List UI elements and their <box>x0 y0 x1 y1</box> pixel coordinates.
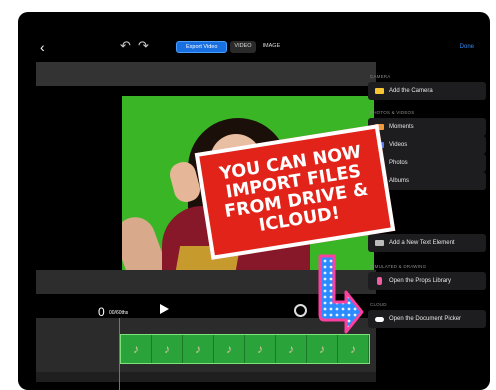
photos-label: Photos <box>389 160 408 166</box>
props-label: Open the Props Library <box>389 278 452 284</box>
export-segmented-control: Export Video VIDEO IMAGE <box>176 41 284 53</box>
props-icon <box>376 277 382 285</box>
preview-top-letterbox <box>36 62 376 86</box>
undo-icon[interactable]: ↶ <box>120 39 131 53</box>
add-camera-label: Add the Camera <box>389 88 433 94</box>
record-circle-icon[interactable] <box>294 304 307 317</box>
props-section-header: SIMULATED & DRAWING <box>370 264 427 269</box>
time-seconds: 0 <box>98 305 105 319</box>
play-icon[interactable] <box>160 304 169 314</box>
text-icon <box>374 240 384 246</box>
clip-frame: ♪ <box>338 335 369 363</box>
clip-frame: ♪ <box>276 335 307 363</box>
image-tab[interactable]: IMAGE <box>259 41 285 53</box>
export-video-button[interactable]: Export Video <box>176 41 228 53</box>
video-tab[interactable]: VIDEO <box>230 41 256 53</box>
photos-section-header: PHOTOS & VIDEOS <box>370 110 415 115</box>
add-text-element-button[interactable]: Add a New Text Element <box>368 234 486 252</box>
clip-frame: ♪ <box>307 335 338 363</box>
document-picker-button[interactable]: Open the Document Picker <box>368 310 486 328</box>
cloud-icon <box>374 316 384 322</box>
video-clip[interactable]: ♪ ♪ ♪ ♪ ♪ ♪ ♪ ♪ <box>120 334 370 364</box>
cloud-section-header: CLOUD <box>370 302 387 307</box>
time-readout: 0 00/60ths seconds <box>98 305 128 321</box>
clip-frame: ♪ <box>245 335 276 363</box>
moments-item[interactable]: Moments <box>368 118 486 136</box>
camera-section-header: CAMERA <box>370 74 391 79</box>
videos-label: Videos <box>389 142 408 148</box>
redo-icon[interactable]: ↷ <box>138 39 149 53</box>
clip-frame: ♪ <box>152 335 183 363</box>
playhead[interactable] <box>119 318 120 390</box>
chevron-left-icon[interactable]: ‹ <box>40 40 45 54</box>
clip-frame: ♪ <box>183 335 214 363</box>
pointer-arrow-icon <box>318 254 364 334</box>
clip-frame: ♪ <box>214 335 245 363</box>
add-text-label: Add a New Text Element <box>389 240 455 246</box>
videos-item[interactable]: Videos <box>368 136 486 154</box>
props-library-button[interactable]: Open the Props Library <box>368 272 486 290</box>
moments-label: Moments <box>389 124 414 130</box>
timeline-track-lower <box>36 372 376 382</box>
albums-label: Albums <box>389 178 410 184</box>
done-button[interactable]: Done <box>460 44 474 50</box>
clip-frame: ♪ <box>121 335 152 363</box>
document-picker-label: Open the Document Picker <box>389 316 462 322</box>
camera-icon <box>374 88 384 94</box>
top-toolbar: ‹ ↶ ↷ Export Video VIDEO IMAGE Done <box>18 12 490 64</box>
add-camera-button[interactable]: Add the Camera <box>368 82 486 100</box>
